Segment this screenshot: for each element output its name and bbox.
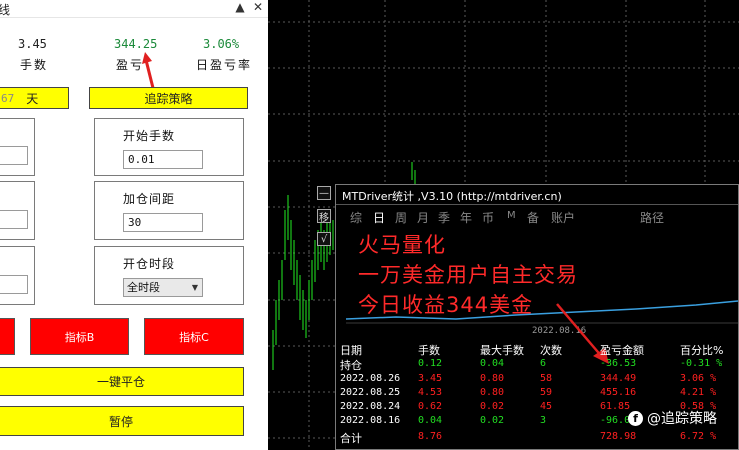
row-pct: 3.06 %	[680, 373, 717, 384]
start-lots-label: 开始手数	[123, 129, 176, 143]
add-interval-box: 加仓间距	[94, 181, 244, 240]
row-count: 3	[540, 415, 547, 426]
watermark-text: @追踪策略	[647, 411, 717, 427]
days-button[interactable]: 67 天	[0, 87, 69, 109]
row-date: 2022.08.24	[340, 401, 401, 412]
row-pct: -0.31 %	[680, 358, 723, 369]
open-period-select[interactable]: 全时段 ▼	[123, 278, 203, 297]
tab-notes[interactable]: 备	[527, 209, 539, 226]
row-lots: 0.12	[418, 358, 443, 369]
row-max: 0.04	[480, 358, 505, 369]
left-input-stub[interactable]	[0, 210, 28, 229]
row-count: 6	[540, 358, 547, 369]
row-pnl: -36.53	[600, 358, 637, 369]
indicator-c-button[interactable]: 指标C	[144, 318, 244, 355]
row-pnl: 455.16	[600, 387, 637, 398]
col-lots: 手数	[418, 344, 440, 357]
col-count: 次数	[540, 344, 562, 357]
tab-path[interactable]: 路径	[640, 209, 664, 226]
row-pnl: 61.85	[600, 401, 631, 412]
tab-m[interactable]: M	[507, 210, 516, 221]
add-interval-input[interactable]	[123, 213, 203, 232]
indicator-a-button[interactable]	[0, 318, 15, 355]
open-period-label: 开仓时段	[123, 257, 176, 271]
open-period-value: 全时段	[127, 281, 160, 294]
stats-minimize-button[interactable]: —	[317, 186, 331, 200]
add-interval-label: 加仓间距	[123, 192, 176, 206]
tab-currency[interactable]: 币	[482, 209, 494, 226]
row-max: 0.80	[480, 373, 505, 384]
row-count: 59	[540, 387, 553, 398]
total-pct: 6.72 %	[680, 431, 717, 442]
indicator-b-button[interactable]: 指标B	[30, 318, 129, 355]
watermark: f @追踪策略	[628, 408, 717, 428]
lots-label: 手数	[20, 58, 49, 72]
left-input-stub[interactable]	[0, 275, 28, 294]
pnl-value: 344.25	[114, 37, 158, 51]
row-lots: 4.53	[418, 387, 443, 398]
panel-title: 线	[0, 3, 11, 17]
open-period-box: 开仓时段 全时段 ▼	[94, 246, 244, 305]
row-lots: 0.62	[418, 401, 443, 412]
close-all-button[interactable]: 一键平仓	[0, 367, 244, 396]
tab-year[interactable]: 年	[460, 209, 472, 226]
tab-month[interactable]: 月	[417, 209, 429, 226]
days-unit: 天	[26, 91, 39, 106]
ea-panel: 线 ▲ ✕ 3.45 手数 344.25 盈亏 3.06% 日盈亏率 67 天 …	[0, 0, 268, 450]
total-pnl: 728.98	[600, 431, 637, 442]
col-date: 日期	[340, 344, 362, 357]
col-max-lots: 最大手数	[480, 344, 524, 357]
row-lots: 0.04	[418, 415, 443, 426]
left-field-box-2	[0, 181, 35, 240]
col-percent: 百分比%	[680, 344, 724, 357]
lots-value: 3.45	[18, 37, 47, 51]
row-pnl: 344.49	[600, 373, 637, 384]
minimize-icon[interactable]: ▲	[233, 0, 247, 14]
daily-rate-value: 3.06%	[203, 37, 240, 51]
row-max: 0.02	[480, 415, 505, 426]
stats-tabs: 综 日 周 月 季 年 币 M 备 账户 路径	[336, 209, 738, 227]
tab-week[interactable]: 周	[395, 209, 407, 226]
row-date: 2022.08.26	[340, 373, 401, 384]
stats-move-button[interactable]: 移	[317, 209, 331, 224]
row-max: 0.02	[480, 401, 505, 412]
total-label: 合计	[340, 432, 362, 445]
close-icon[interactable]: ✕	[251, 0, 265, 14]
col-pnl: 盈亏金额	[600, 344, 644, 357]
days-number: 67	[1, 91, 15, 105]
chevron-down-icon: ▼	[191, 283, 198, 292]
row-date: 2022.08.16	[340, 415, 401, 426]
stats-titlebar: MTDriver统计 ,V3.10 (http://mtdriver.cn)	[336, 185, 738, 205]
overlay-line-3: 今日收益344美金	[358, 293, 534, 317]
left-input-stub[interactable]	[0, 146, 28, 165]
row-count: 45	[540, 401, 553, 412]
platform-logo-icon: f	[628, 410, 643, 426]
left-field-box-3	[0, 246, 35, 305]
daily-rate-label: 日盈亏率	[196, 58, 253, 72]
start-lots-input[interactable]	[123, 150, 203, 169]
stats-check-button[interactable]: √	[317, 232, 331, 246]
row-lots: 3.45	[418, 373, 443, 384]
row-date: 持仓	[340, 359, 362, 372]
total-lots: 8.76	[418, 431, 443, 442]
panel-titlebar: 线 ▲ ✕	[0, 0, 268, 18]
row-max: 0.80	[480, 387, 505, 398]
row-pct: 4.21 %	[680, 387, 717, 398]
row-date: 2022.08.25	[340, 387, 401, 398]
stats-title: MTDriver统计 ,V3.10 (http://mtdriver.cn)	[342, 190, 562, 203]
tab-account[interactable]: 账户	[551, 209, 575, 226]
track-strategy-button[interactable]: 追踪策略	[89, 87, 248, 109]
left-field-box-1	[0, 118, 35, 176]
overlay-line-2: 一万美金用户自主交易	[358, 263, 578, 287]
tab-quarter[interactable]: 季	[438, 209, 450, 226]
row-count: 58	[540, 373, 553, 384]
tab-day[interactable]: 日	[373, 209, 385, 226]
tab-overview[interactable]: 综	[350, 209, 362, 226]
overlay-line-1: 火马量化	[358, 233, 446, 257]
start-lots-box: 开始手数	[94, 118, 244, 176]
pause-button[interactable]: 暂停	[0, 406, 244, 436]
